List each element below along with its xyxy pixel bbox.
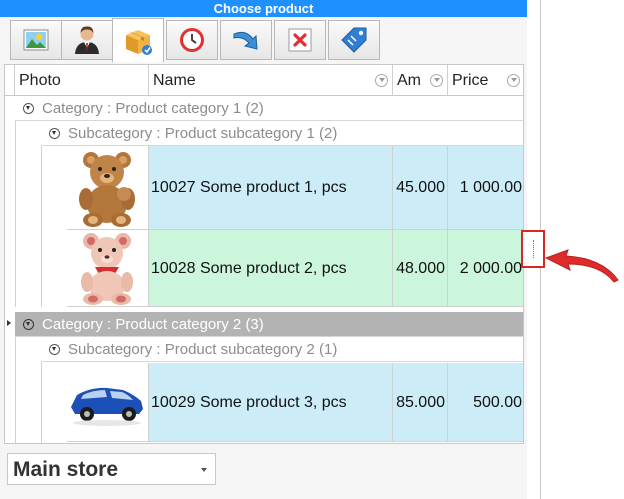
collapse-icon[interactable] [23,318,34,330]
group-indent-line [15,337,16,443]
collapse-icon[interactable] [23,102,34,114]
image-icon [23,29,49,51]
name-cell[interactable]: 10027 Some product 1, pcs [149,146,393,230]
group-label: Category : Product category 1 (2) [42,100,264,117]
tab-users[interactable] [61,20,113,60]
store-select-value: Main store [13,458,119,481]
subgroup-row[interactable]: Subcategory : Product subcategory 2 (1) [41,337,523,362]
tab-products[interactable] [112,18,164,62]
amount-cell[interactable]: 48.000 [393,230,448,307]
column-header-amount[interactable]: Am [393,65,448,96]
amount-cell[interactable]: 85.000 [393,363,448,442]
column-header-amount-label: Am [397,72,421,89]
delete-icon [288,28,312,52]
price-cell[interactable]: 500.00 [448,363,523,442]
column-header-price-label: Price [452,72,489,89]
subgroup-label: Subcategory : Product subcategory 1 (2) [68,125,338,142]
collapse-icon[interactable] [49,127,60,139]
teddy-bear-brown-image [79,152,135,227]
toy-car-blue-image [71,387,143,426]
group-indent-line [15,121,16,307]
filter-icon[interactable] [507,74,520,87]
photo-cell[interactable] [67,230,149,307]
subgroup-indent-line [41,146,42,307]
filter-icon[interactable] [375,74,388,87]
current-row-indicator-icon [7,320,11,326]
filter-icon[interactable] [430,74,443,87]
tab-strip [2,18,526,62]
column-header-price[interactable]: Price [448,65,523,96]
group-label: Category : Product category 2 (3) [42,316,264,333]
redo-arrow-icon [233,31,258,50]
group-row[interactable]: Category : Product category 2 (3) [15,312,523,337]
subgroup-label: Subcategory : Product subcategory 2 (1) [68,341,338,358]
collapse-icon[interactable] [49,343,60,355]
group-row[interactable]: Category : Product category 1 (2) [15,96,523,121]
column-header-photo-label: Photo [19,72,61,89]
clock-icon [180,28,204,52]
tab-history[interactable] [166,20,218,60]
price-tag-icon [341,27,367,53]
column-header-name-label: Name [153,72,196,89]
tab-delete[interactable] [274,20,326,60]
photo-cell[interactable] [67,146,149,230]
price-cell[interactable]: 1 000.00 [448,146,523,230]
header-indicator [5,65,15,96]
subgroup-indent-line [41,362,42,443]
column-header-name[interactable]: Name [149,65,393,96]
column-header-photo[interactable]: Photo [15,65,149,96]
name-cell[interactable]: 10029 Some product 3, pcs [149,363,393,442]
annotation-arrow-icon [544,249,619,283]
product-box-icon [126,29,152,55]
price-cell[interactable]: 2 000.00 [448,230,523,307]
tab-images[interactable] [10,20,62,60]
photo-cell[interactable] [67,363,149,442]
product-grid[interactable]: Photo Name Am Price Category : Product c… [4,64,524,444]
dropdown-arrow-icon[interactable] [201,468,207,472]
tab-price[interactable] [328,20,380,60]
tab-redo[interactable] [220,20,272,60]
name-cell[interactable]: 10028 Some product 2, pcs [149,230,393,307]
window-title: Choose product [0,0,527,17]
amount-cell[interactable]: 45.000 [393,146,448,230]
user-icon [75,26,99,54]
subgroup-row[interactable]: Subcategory : Product subcategory 1 (2) [41,121,523,146]
store-select[interactable]: Main store [7,453,216,485]
teddy-bear-pink-image [81,233,133,305]
